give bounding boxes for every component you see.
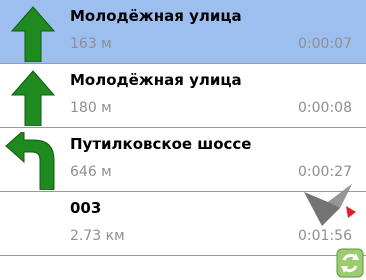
step-distance: 163 м (70, 36, 112, 52)
street-name: Молодёжная улица (70, 7, 242, 25)
step-time: 0:01:56 (298, 228, 352, 244)
straight-arrow-icon (10, 70, 56, 126)
street-name: Путилковское шоссе (70, 135, 252, 153)
step-distance: 180 м (70, 100, 112, 116)
street-name: 003 (70, 199, 102, 217)
refresh-icon[interactable] (336, 248, 364, 278)
route-step-row-2[interactable]: Молодёжная улица 180 м 0:00:08 (0, 64, 366, 128)
bottom-strip (0, 258, 366, 280)
street-name: Молодёжная улица (70, 71, 242, 89)
route-step-row-1[interactable]: Молодёжная улица 163 м 0:00:07 (0, 0, 366, 64)
navigation-pointer-icon (304, 184, 356, 226)
step-distance: 2.73 км (70, 228, 125, 244)
straight-arrow-icon (10, 6, 56, 62)
turn-left-arrow-icon (5, 132, 55, 190)
step-time: 0:00:08 (298, 100, 352, 116)
step-time: 0:00:07 (298, 36, 352, 52)
step-time: 0:00:27 (298, 164, 352, 180)
step-distance: 646 м (70, 164, 112, 180)
